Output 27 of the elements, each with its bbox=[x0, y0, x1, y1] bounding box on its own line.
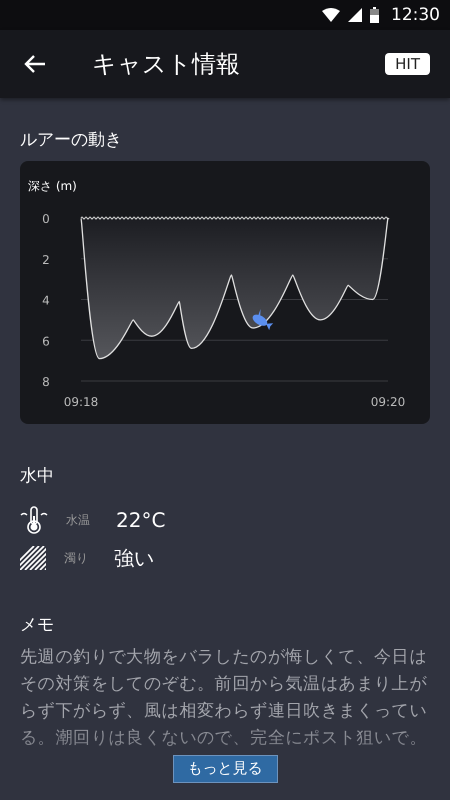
field-value: 強い bbox=[114, 544, 154, 572]
tick-label: 09:20 bbox=[370, 395, 406, 409]
signal-icon bbox=[348, 8, 362, 22]
field-label: 濁り bbox=[64, 550, 89, 566]
clock: 12:30 bbox=[391, 5, 440, 25]
section-title: メモ bbox=[20, 614, 55, 636]
field-label: 水温 bbox=[66, 512, 91, 528]
field-value: 22°C bbox=[116, 508, 166, 532]
battery-icon bbox=[370, 7, 379, 23]
tick-label: 2 bbox=[42, 252, 50, 267]
hatched-square-icon bbox=[20, 546, 46, 570]
thermometer-icon bbox=[20, 506, 48, 534]
tick-label: 8 bbox=[42, 375, 50, 389]
section-title: ルアーの動き bbox=[20, 129, 123, 151]
back-arrow-icon[interactable] bbox=[24, 55, 46, 73]
memo-text: 先週の釣りで大物をバラしたのが悔しくて、今日はその対策をしてのぞむ。前回から気温はあまり上がらず下がらず、風は相変わらず連日吹きまくっている。潮回りは良くないので、完全にポスト狙いで。 bbox=[20, 646, 428, 750]
hit-badge: HIT bbox=[385, 53, 430, 75]
screen-title: キャスト情報 bbox=[92, 49, 241, 80]
section-title: 水中 bbox=[20, 465, 55, 487]
tick-label: 4 bbox=[42, 294, 50, 308]
tick-label: 6 bbox=[42, 334, 50, 348]
see-more-button[interactable]: もっと見る bbox=[172, 755, 278, 783]
tick-label: 09:18 bbox=[64, 395, 98, 409]
tick-label: 0 bbox=[42, 212, 50, 226]
axis-label: 深さ (m) bbox=[28, 179, 77, 193]
wifi-icon bbox=[322, 8, 340, 22]
fish-icon bbox=[252, 309, 274, 330]
